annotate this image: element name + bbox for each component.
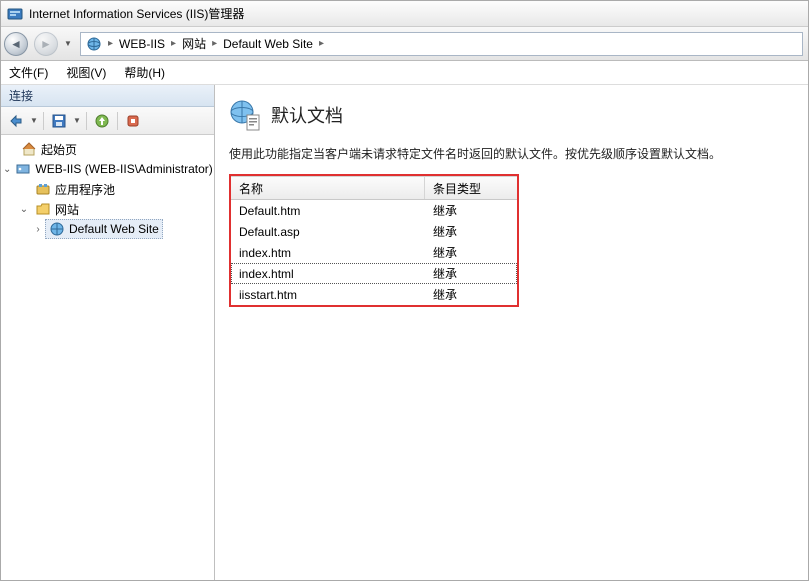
table-row[interactable]: iisstart.htm继承: [231, 284, 517, 305]
connections-panel: 连接 ▼ ▼ 起始页: [1, 85, 215, 580]
cell-type: 继承: [425, 265, 517, 282]
site-globe-icon: [49, 221, 65, 237]
tree-start-page[interactable]: 起始页: [3, 139, 212, 159]
stop-button[interactable]: [122, 110, 144, 132]
up-button[interactable]: [91, 110, 113, 132]
table-row[interactable]: index.htm继承: [231, 242, 517, 263]
connections-tree[interactable]: 起始页 ⌄ WEB-IIS (WEB-IIS\Administrator) 应用…: [1, 135, 214, 580]
chevron-right-icon: ▸: [108, 38, 113, 49]
table-row[interactable]: Default.asp继承: [231, 221, 517, 242]
default-document-icon: [229, 99, 261, 131]
tree-sites-node[interactable]: ⌄ 网站: [3, 199, 212, 219]
cell-name: Default.htm: [231, 204, 425, 218]
connections-toolbar: ▼ ▼: [1, 107, 214, 135]
window-title: Internet Information Services (IIS)管理器: [29, 5, 244, 22]
tree-default-site[interactable]: › Default Web Site: [3, 219, 212, 239]
save-button[interactable]: [48, 110, 70, 132]
chevron-right-icon: ▸: [319, 38, 324, 49]
iis-app-icon: [7, 6, 23, 22]
server-icon: [15, 161, 31, 177]
home-icon: [21, 141, 37, 157]
save-dropdown[interactable]: ▼: [72, 110, 82, 132]
feature-header: 默认文档: [229, 99, 794, 131]
chevron-right-icon: ▸: [171, 38, 176, 49]
expand-toggle[interactable]: ›: [31, 224, 45, 235]
table-row[interactable]: index.html继承: [231, 263, 517, 284]
feature-description: 使用此功能指定当客户端未请求特定文件名时返回的默认文件。按优先级顺序设置默认文档…: [229, 145, 794, 162]
address-bar[interactable]: ▸ WEB-IIS ▸ 网站 ▸ Default Web Site ▸: [80, 32, 803, 56]
tree-label: 应用程序池: [55, 181, 115, 198]
menu-file[interactable]: 文件(F): [9, 64, 48, 81]
collapse-toggle[interactable]: ⌄: [3, 164, 11, 175]
collapse-toggle[interactable]: ⌄: [17, 204, 31, 215]
cell-name: Default.asp: [231, 225, 425, 239]
breadcrumb-sites[interactable]: 网站: [182, 35, 206, 52]
tree-server-node[interactable]: ⌄ WEB-IIS (WEB-IIS\Administrator): [3, 159, 212, 179]
connect-button[interactable]: [5, 110, 27, 132]
cell-type: 继承: [425, 244, 517, 261]
grid-header-row: 名称 条目类型: [231, 176, 517, 200]
default-documents-grid[interactable]: 名称 条目类型 Default.htm继承Default.asp继承index.…: [229, 174, 519, 307]
title-bar: Internet Information Services (IIS)管理器: [1, 1, 808, 27]
connections-header: 连接: [1, 85, 214, 107]
app-pools-icon: [35, 181, 51, 197]
cell-name: index.html: [231, 267, 425, 281]
chevron-right-icon: ▸: [212, 38, 217, 49]
connect-dropdown[interactable]: ▼: [29, 110, 39, 132]
menu-help[interactable]: 帮助(H): [124, 64, 165, 81]
tree-app-pools[interactable]: 应用程序池: [3, 179, 212, 199]
tree-label: 起始页: [41, 141, 77, 158]
cell-name: iisstart.htm: [231, 288, 425, 302]
column-name-header[interactable]: 名称: [231, 177, 425, 199]
tree-label: Default Web Site: [69, 222, 159, 236]
menu-view[interactable]: 视图(V): [66, 64, 106, 81]
nav-bar: ◄ ► ▼ ▸ WEB-IIS ▸ 网站 ▸ Default Web Site …: [1, 27, 808, 61]
table-row[interactable]: Default.htm继承: [231, 200, 517, 221]
breadcrumb-server[interactable]: WEB-IIS: [119, 37, 165, 51]
tree-label: 网站: [55, 201, 79, 218]
tree-label: WEB-IIS (WEB-IIS\Administrator): [35, 162, 212, 176]
cell-type: 继承: [425, 223, 517, 240]
nav-history-dropdown[interactable]: ▼: [61, 39, 75, 48]
sites-folder-icon: [35, 201, 51, 217]
cell-type: 继承: [425, 286, 517, 303]
nav-back-button[interactable]: ◄: [1, 30, 31, 58]
globe-server-icon: [86, 36, 102, 52]
nav-forward-button[interactable]: ►: [31, 30, 61, 58]
breadcrumb-site[interactable]: Default Web Site: [223, 37, 313, 51]
cell-type: 继承: [425, 202, 517, 219]
column-type-header[interactable]: 条目类型: [425, 177, 517, 199]
cell-name: index.htm: [231, 246, 425, 260]
feature-title: 默认文档: [271, 102, 343, 128]
menu-bar: 文件(F) 视图(V) 帮助(H): [1, 61, 808, 85]
main-pane: 默认文档 使用此功能指定当客户端未请求特定文件名时返回的默认文件。按优先级顺序设…: [215, 85, 808, 580]
